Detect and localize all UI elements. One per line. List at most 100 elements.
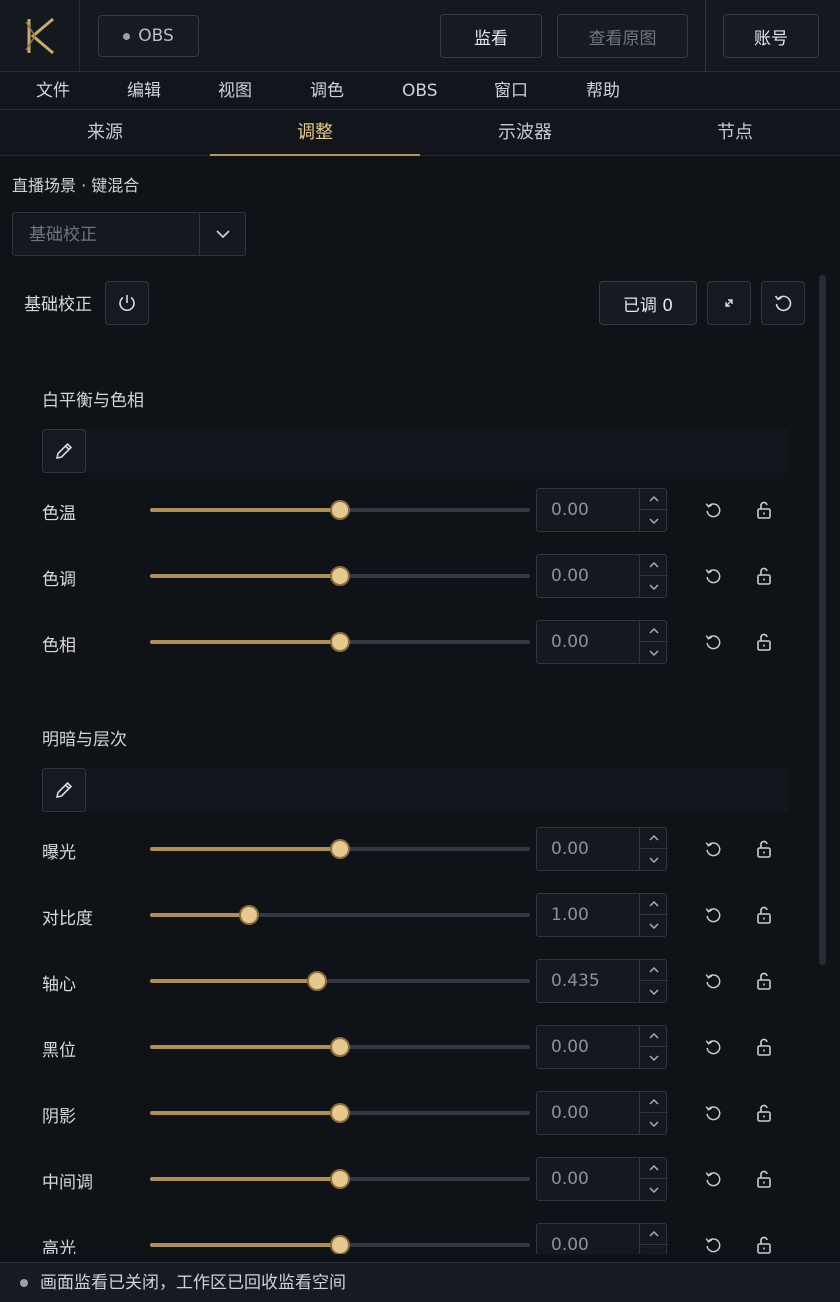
unlock-icon[interactable]	[752, 1233, 776, 1254]
control-slider[interactable]	[150, 500, 530, 520]
chevron-up-icon[interactable]	[640, 1158, 668, 1179]
reset-icon[interactable]	[701, 630, 725, 654]
unlock-icon[interactable]	[752, 1035, 776, 1059]
chevron-down-icon[interactable]	[640, 576, 668, 597]
chevron-down-icon[interactable]	[640, 642, 668, 663]
control-label: 对比度	[42, 909, 93, 929]
menu-obs[interactable]: OBS	[402, 72, 438, 110]
menu-file[interactable]: 文件	[36, 72, 70, 110]
unlock-icon[interactable]	[752, 969, 776, 993]
slider-thumb[interactable]	[330, 1169, 350, 1189]
reset-icon[interactable]	[701, 1167, 725, 1191]
menu-window[interactable]: 窗口	[494, 72, 528, 110]
value-input[interactable]	[537, 960, 639, 1002]
chevron-up-icon[interactable]	[640, 1092, 668, 1113]
chevron-down-icon[interactable]	[640, 510, 668, 531]
reset-icon[interactable]	[701, 564, 725, 588]
unlock-icon[interactable]	[752, 1101, 776, 1125]
control-slider[interactable]	[150, 971, 530, 991]
chevron-up-icon[interactable]	[640, 555, 668, 576]
obs-status-dot-icon	[123, 32, 131, 40]
chevron-down-icon[interactable]	[199, 213, 246, 255]
menu-view[interactable]: 视图	[218, 72, 252, 110]
expand-button[interactable]	[707, 281, 751, 325]
reset-icon[interactable]	[701, 837, 725, 861]
value-input[interactable]	[537, 621, 639, 663]
slider-thumb[interactable]	[330, 500, 350, 520]
control-slider[interactable]	[150, 1169, 530, 1189]
adjust-panel: 直播场景 · 键混合 基础校正 基础校正 已调 0 白平衡与色相 色温 0.00…	[0, 160, 840, 1254]
slider-thumb[interactable]	[330, 632, 350, 652]
chevron-down-icon[interactable]	[640, 1047, 668, 1068]
menu-help[interactable]: 帮助	[586, 72, 620, 110]
slider-thumb[interactable]	[238, 905, 259, 925]
menu-edit[interactable]: 编辑	[127, 72, 161, 110]
chevron-down-icon[interactable]	[640, 1113, 668, 1134]
control-slider[interactable]	[150, 1103, 530, 1123]
slider-thumb[interactable]	[330, 839, 350, 859]
section-label: 基础校正	[24, 295, 92, 315]
pen-icon[interactable]	[42, 768, 86, 812]
control-slider[interactable]	[150, 1235, 530, 1254]
pen-icon[interactable]	[42, 429, 86, 473]
chevron-up-icon[interactable]	[640, 1224, 668, 1245]
value-input[interactable]	[537, 1158, 639, 1200]
obs-status-button[interactable]: OBS	[98, 15, 199, 57]
value-input[interactable]	[537, 489, 639, 531]
preset-select[interactable]: 基础校正	[12, 212, 246, 256]
control-slider[interactable]	[150, 632, 530, 652]
chevron-up-icon[interactable]	[640, 894, 668, 915]
tab-nodes[interactable]: 节点	[630, 110, 840, 156]
value-input[interactable]	[537, 1224, 639, 1254]
slider-thumb[interactable]	[307, 971, 328, 991]
chevron-down-icon[interactable]	[640, 981, 668, 1002]
chevron-up-icon[interactable]	[640, 621, 668, 642]
slider-fill	[150, 913, 249, 917]
value-input[interactable]	[537, 1026, 639, 1068]
reset-all-button[interactable]	[761, 281, 805, 325]
reset-icon[interactable]	[701, 498, 725, 522]
slider-thumb[interactable]	[330, 1235, 350, 1254]
view-original-button[interactable]: 查看原图	[557, 14, 688, 58]
reset-icon[interactable]	[701, 903, 725, 927]
monitor-button[interactable]: 监看	[440, 14, 542, 58]
adjusted-count-button[interactable]: 已调 0	[599, 281, 697, 325]
unlock-icon[interactable]	[752, 498, 776, 522]
chevron-up-icon[interactable]	[640, 960, 668, 981]
reset-icon[interactable]	[701, 969, 725, 993]
tab-source[interactable]: 来源	[0, 110, 210, 156]
menu-bar: 文件 编辑 视图 调色 OBS 窗口 帮助	[0, 72, 840, 110]
scrollbar[interactable]	[819, 275, 826, 965]
control-slider[interactable]	[150, 1037, 530, 1057]
control-slider[interactable]	[150, 566, 530, 586]
reset-icon[interactable]	[701, 1035, 725, 1059]
reset-icon[interactable]	[701, 1101, 725, 1125]
chevron-down-icon[interactable]	[640, 1179, 668, 1200]
unlock-icon[interactable]	[752, 564, 776, 588]
tab-adjust[interactable]: 调整	[210, 110, 420, 156]
chevron-down-icon[interactable]	[640, 915, 668, 936]
unlock-icon[interactable]	[752, 630, 776, 654]
chevron-up-icon[interactable]	[640, 828, 668, 849]
account-button[interactable]: 账号	[723, 14, 819, 58]
value-input[interactable]	[537, 1092, 639, 1134]
control-slider[interactable]	[150, 905, 530, 925]
value-input[interactable]	[537, 894, 639, 936]
power-toggle-button[interactable]	[105, 281, 149, 325]
chevron-down-icon[interactable]	[640, 849, 668, 870]
value-input[interactable]	[537, 555, 639, 597]
slider-thumb[interactable]	[330, 1037, 350, 1057]
control-slider[interactable]	[150, 839, 530, 859]
unlock-icon[interactable]	[752, 1167, 776, 1191]
menu-color[interactable]: 调色	[310, 72, 344, 110]
chevron-up-icon[interactable]	[640, 1026, 668, 1047]
chevron-up-icon[interactable]	[640, 489, 668, 510]
value-input[interactable]	[537, 828, 639, 870]
unlock-icon[interactable]	[752, 903, 776, 927]
tab-scope[interactable]: 示波器	[420, 110, 630, 156]
unlock-icon[interactable]	[752, 837, 776, 861]
reset-icon[interactable]	[701, 1233, 725, 1254]
chevron-down-icon[interactable]	[640, 1245, 668, 1254]
slider-thumb[interactable]	[330, 1103, 350, 1123]
slider-thumb[interactable]	[330, 566, 350, 586]
